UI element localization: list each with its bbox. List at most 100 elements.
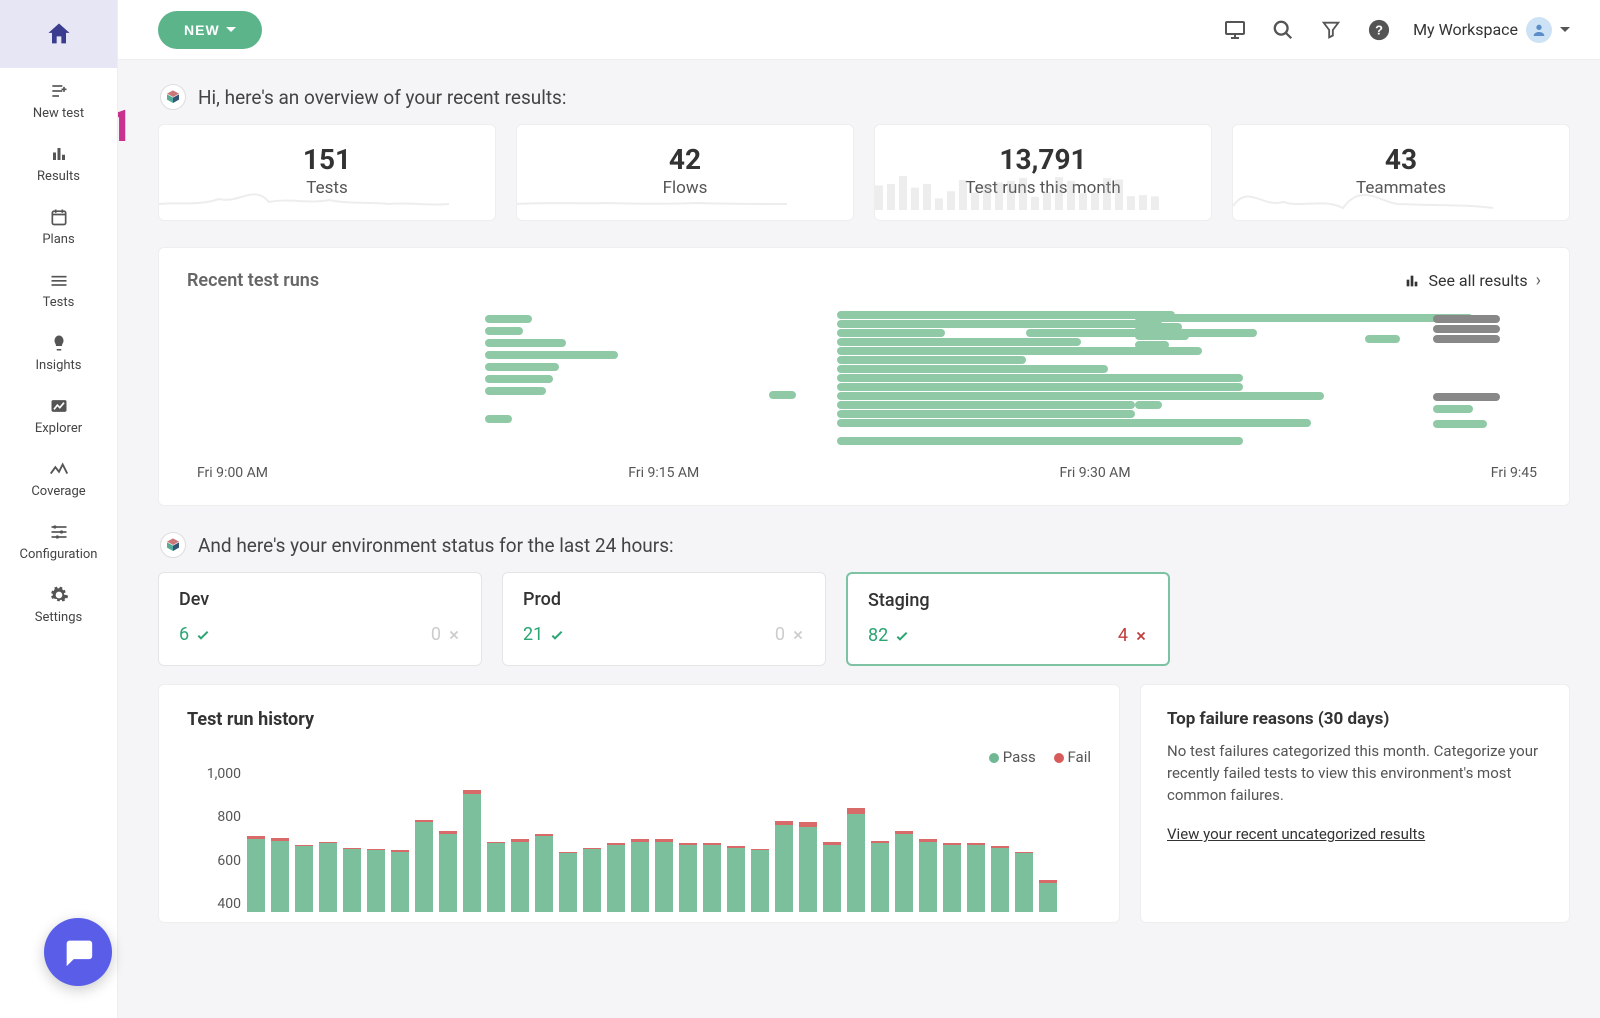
see-all-results[interactable]: See all results › (1404, 270, 1541, 291)
run-segment (1365, 335, 1400, 343)
sidebar-item-settings[interactable]: Settings (20, 572, 98, 635)
sidebar-item-label: Configuration (20, 547, 98, 562)
configuration-icon (48, 521, 70, 543)
stat-card-test-runs-this-month[interactable]: 13,791Test runs this month (874, 124, 1212, 221)
bar-pass (799, 827, 817, 912)
sidebar-item-tests[interactable]: Tests (20, 257, 98, 320)
history-bar (751, 849, 769, 912)
coverage-icon (48, 458, 70, 480)
sidebar-item-label: Tests (43, 295, 75, 310)
bar-pass (751, 850, 769, 912)
legend-fail-label: Fail (1068, 748, 1092, 766)
run-segment (485, 387, 546, 395)
x-icon (447, 628, 461, 642)
results-icon (48, 143, 70, 165)
caret-down-icon (226, 27, 236, 32)
bar-pass (319, 843, 337, 912)
env-name: Dev (179, 589, 461, 610)
history-bar (991, 846, 1009, 912)
history-bar (295, 845, 313, 912)
chevron-right-icon: › (1536, 270, 1541, 291)
results-icon (1404, 273, 1420, 289)
env-fail: 0 (431, 624, 461, 645)
history-bar (631, 839, 649, 912)
desktop-icon[interactable] (1221, 16, 1249, 44)
failures-link[interactable]: View your recent uncategorized results (1167, 825, 1425, 843)
history-bar (343, 848, 361, 912)
overview-headline: Hi, here's an overview of your recent re… (198, 86, 566, 109)
env-headline-row: And here's your environment status for t… (160, 532, 1570, 558)
check-icon (195, 627, 211, 643)
bar-pass (679, 845, 697, 912)
sidebar-item-new-test[interactable]: New test (20, 68, 98, 131)
stat-card-teammates[interactable]: 43Teammates (1232, 124, 1570, 221)
run-segment (485, 375, 553, 383)
env-card-dev[interactable]: Dev 6 0 (158, 572, 482, 666)
filter-icon[interactable] (1317, 16, 1345, 44)
caret-down-icon (1560, 27, 1570, 32)
history-bar (559, 852, 577, 912)
failures-body: No test failures categorized this month.… (1167, 741, 1543, 806)
stat-value: 151 (169, 143, 485, 176)
history-bar (583, 848, 601, 912)
history-bar (703, 843, 721, 912)
history-bar (1039, 880, 1057, 912)
run-segment (837, 311, 1176, 319)
run-segment (837, 401, 1135, 409)
env-headline: And here's your environment status for t… (198, 534, 674, 557)
env-card-prod[interactable]: Prod 21 0 (502, 572, 826, 666)
chat-fab[interactable] (44, 918, 112, 986)
run-segment (485, 415, 512, 423)
stat-card-flows[interactable]: 42Flows (516, 124, 854, 221)
run-segment (1433, 420, 1487, 428)
run-segment (1135, 323, 1182, 331)
main: NEW ? My Workspace 1 Hi, here's an overv… (118, 0, 1600, 1018)
env-pass: 82 (868, 625, 910, 646)
bar-pass (415, 822, 433, 912)
bar-pass (343, 849, 361, 912)
insights-icon (48, 332, 70, 354)
sidebar-item-insights[interactable]: Insights (20, 320, 98, 383)
bar-pass (583, 849, 601, 912)
overview-headline-row: Hi, here's an overview of your recent re… (160, 84, 1570, 110)
ytick: 800 (191, 809, 241, 825)
new-button[interactable]: NEW (158, 11, 262, 49)
search-icon[interactable] (1269, 16, 1297, 44)
x-icon (791, 628, 805, 642)
runs-axis: Fri 9:00 AMFri 9:15 AMFri 9:30 AMFri 9:4… (187, 465, 1541, 481)
run-segment (485, 327, 523, 335)
run-segment (837, 392, 1324, 400)
run-segment (485, 351, 618, 359)
workspace-switcher[interactable]: My Workspace (1413, 17, 1570, 43)
env-card-staging[interactable]: Staging 82 4 (846, 572, 1170, 666)
help-icon[interactable]: ? (1365, 16, 1393, 44)
bar-pass (247, 839, 265, 912)
history-bar (775, 821, 793, 912)
history-bar-chart: 1,000800600400 (247, 772, 1091, 912)
sidebar-item-results[interactable]: Results (20, 131, 98, 194)
sidebar-item-label: Settings (35, 610, 82, 625)
topbar: NEW ? My Workspace (118, 0, 1600, 60)
run-segment (1433, 315, 1501, 323)
sidebar-item-configuration[interactable]: Configuration (20, 509, 98, 572)
sidebar-item-coverage[interactable]: Coverage (20, 446, 98, 509)
sidebar-item-explorer[interactable]: Explorer (20, 383, 98, 446)
run-segment (1135, 332, 1189, 340)
stat-card-tests[interactable]: 151Tests (158, 124, 496, 221)
run-segment (837, 374, 1243, 382)
plans-icon (48, 206, 70, 228)
history-bar (367, 849, 385, 912)
run-segment (837, 410, 1135, 418)
bar-pass (487, 843, 505, 912)
workspace-label: My Workspace (1413, 20, 1518, 39)
check-icon (894, 628, 910, 644)
bar-pass (535, 836, 553, 912)
content: 1 Hi, here's an overview of your recent … (118, 60, 1600, 923)
cube-icon (160, 84, 186, 110)
sidebar-item-plans[interactable]: Plans (20, 194, 98, 257)
sidebar-home[interactable] (0, 0, 117, 68)
recent-runs-card: Recent test runs See all results › Fri 9… (158, 247, 1570, 506)
explorer-icon (48, 395, 70, 417)
bar-pass (391, 852, 409, 912)
run-segment (485, 339, 566, 347)
